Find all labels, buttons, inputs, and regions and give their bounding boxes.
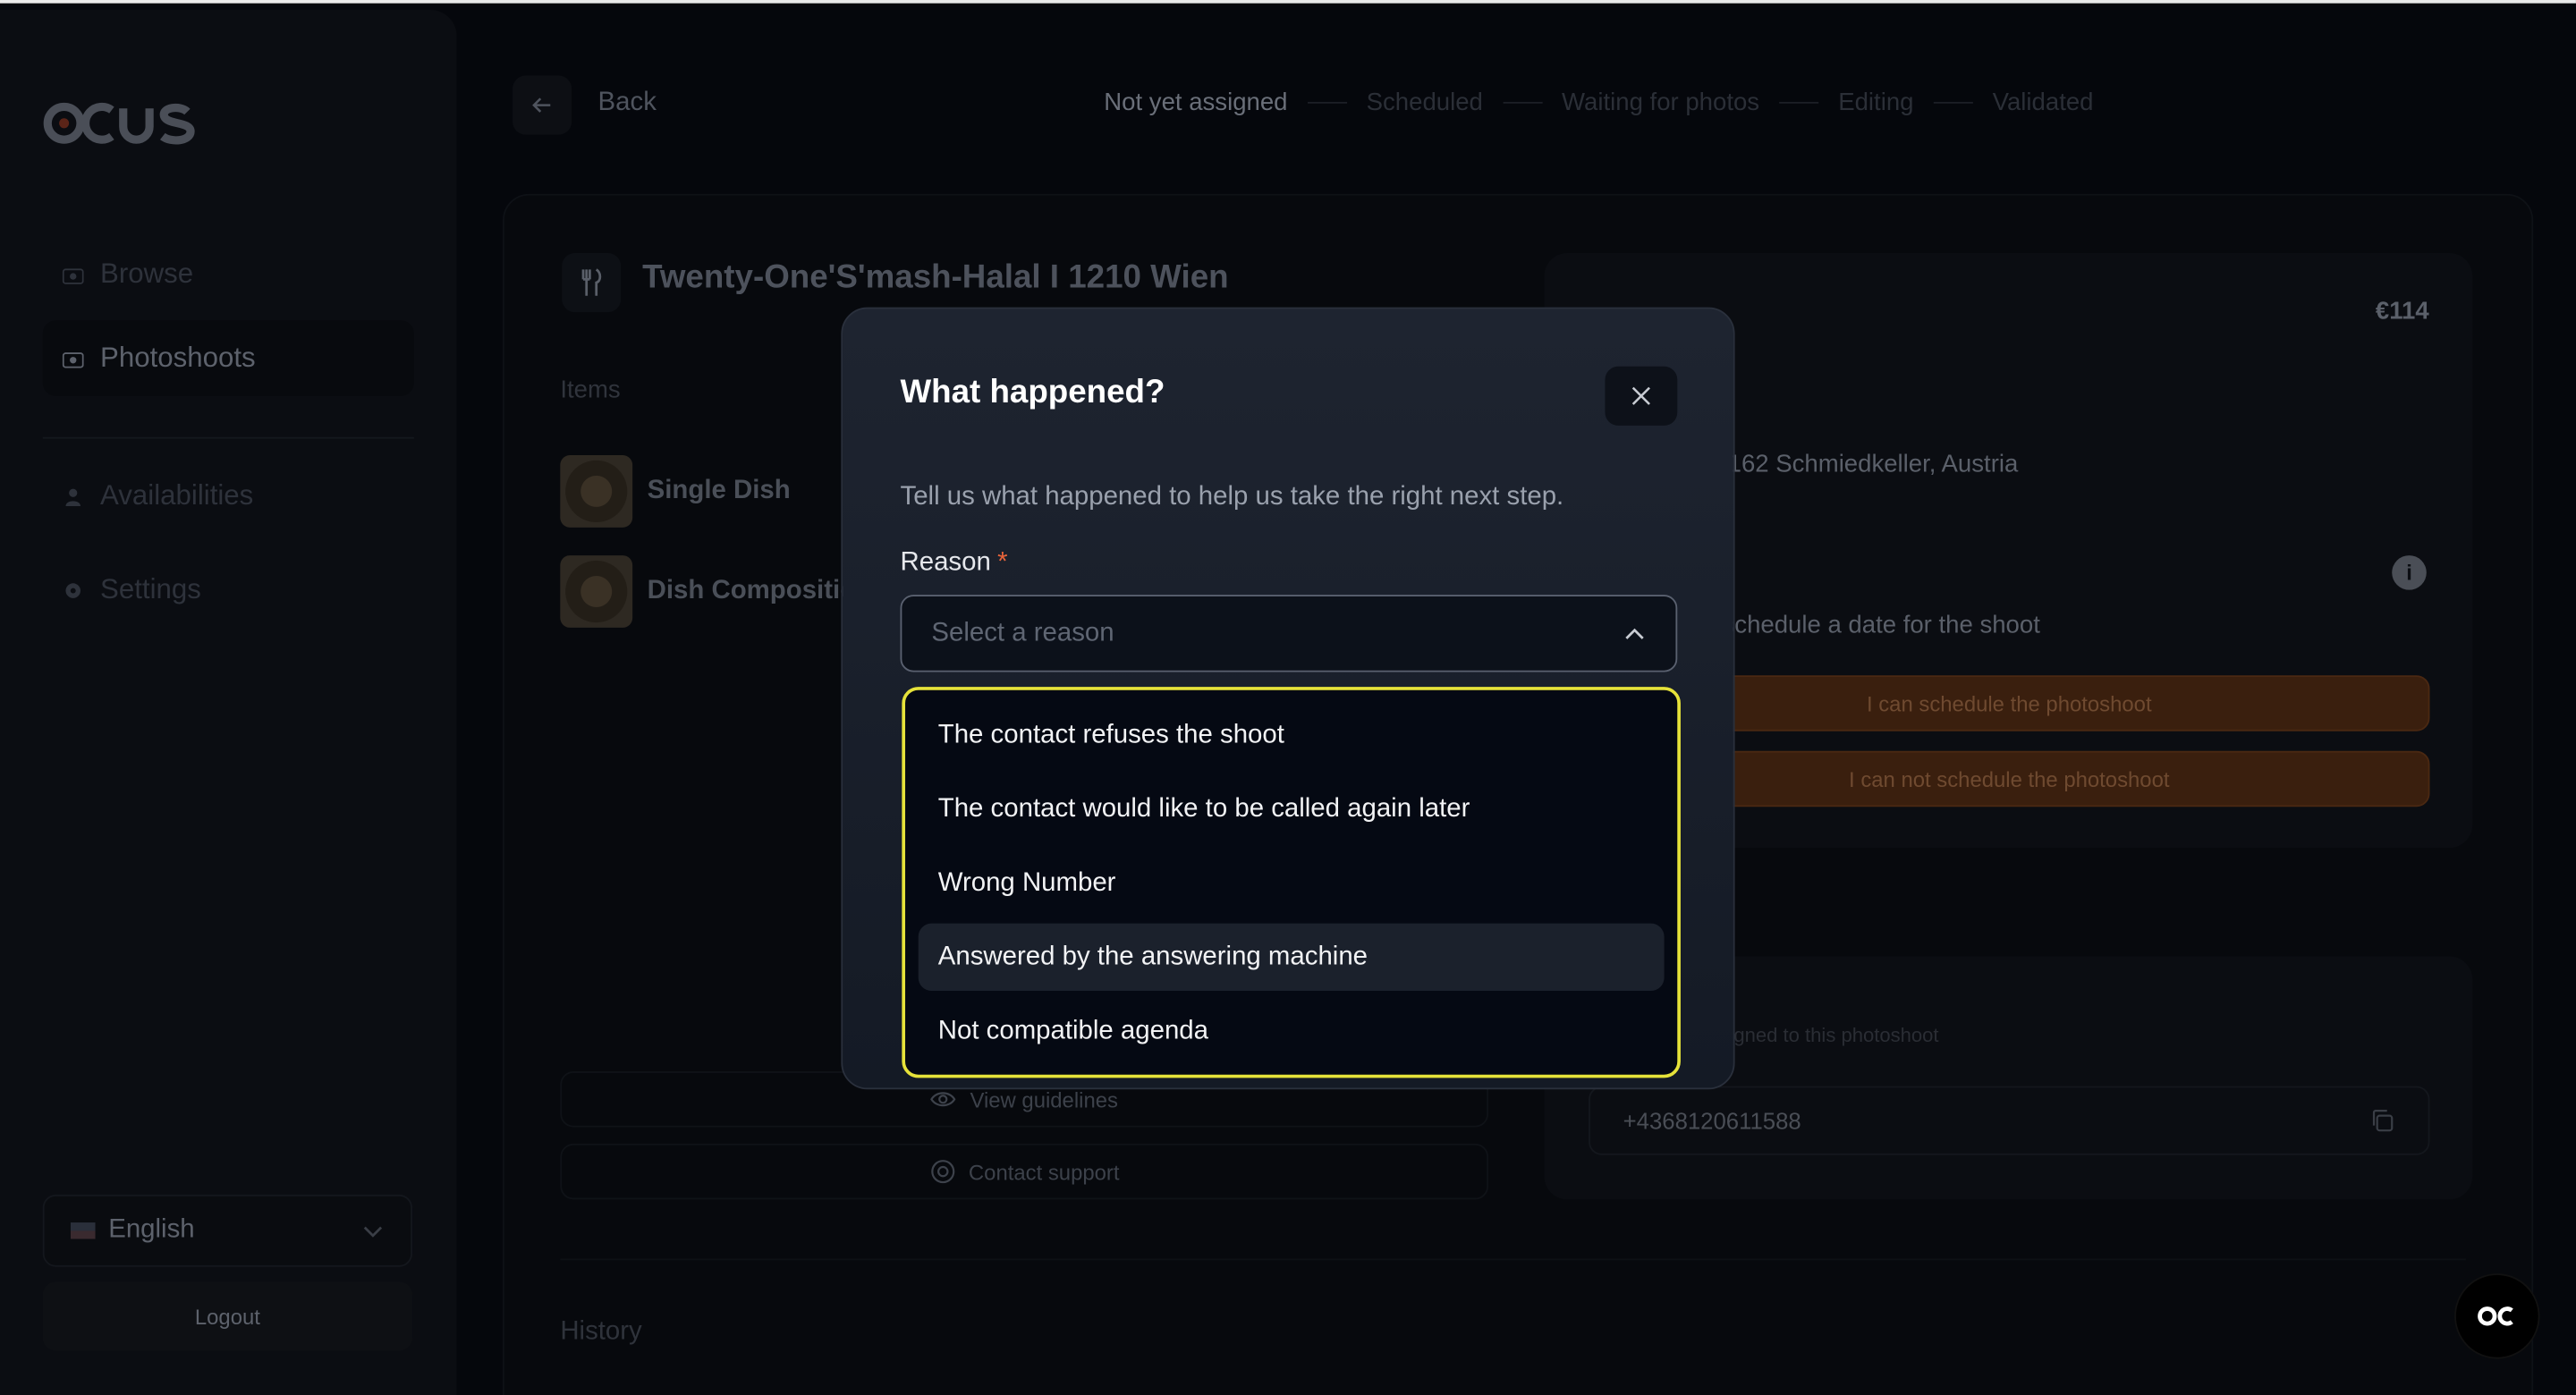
chevron-up-icon [1625,627,1644,638]
top-strip [0,0,2576,4]
chevron-down-icon [363,1226,383,1238]
reason-select[interactable]: Select a reason [900,595,1678,672]
gear-icon [65,582,80,597]
sidebar-item-label: Settings [100,573,201,605]
item-name: Single Dish [647,476,791,505]
language-value: English [108,1215,195,1244]
reason-option-hovered[interactable]: Answered by the answering machine [918,923,1665,992]
dialog-description: Tell us what happened to help us take th… [900,483,1564,512]
dish-thumbnail [560,555,633,628]
back-label[interactable]: Back [598,89,657,118]
step-not-yet-assigned: Not yet assigned [1104,89,1288,117]
sidebar-item-label: Photoshoots [100,342,256,374]
required-mark: * [997,548,1008,577]
section-divider [560,1258,2466,1261]
price-value: €114 [2375,297,2429,326]
step-connector [1933,101,1973,104]
lifebuoy-icon [930,1160,954,1184]
close-icon [1631,386,1650,405]
phone-field: +4368120611588 [1589,1086,2430,1155]
user-icon [65,487,80,506]
phone-number: +4368120611588 [1623,1107,1801,1134]
contact-support-button[interactable]: Contact support [560,1143,1489,1200]
step-validated: Validated [1992,89,2094,117]
sidebar-item-settings[interactable]: Settings [43,552,414,628]
sidebar-item-photoshoots[interactable]: Photoshoots [42,320,414,396]
sidebar-item-label: Browse [100,258,194,290]
step-connector [1502,101,1543,104]
reason-option[interactable]: Not compatible agenda [919,997,1665,1064]
logout-button[interactable]: Logout [42,1281,413,1351]
contact-support-label: Contact support [968,1159,1120,1184]
list-item: Single Dish [560,454,791,528]
app-screen: Browse Photoshoots Availabilities Settin… [0,0,2576,1395]
camera-icon [62,351,84,368]
reason-label: Reason * [901,549,1008,579]
fork-knife-icon [581,268,602,296]
step-waiting-for-photos: Waiting for photos [1562,89,1760,117]
copy-icon[interactable] [2369,1107,2395,1133]
sidebar-item-availabilities[interactable]: Availabilities [43,459,414,535]
reason-option[interactable]: The contact refuses the shoot [919,702,1665,769]
list-item: Dish Compositio [560,555,856,628]
items-heading: Items [560,376,621,405]
view-guidelines-label: View guidelines [970,1086,1118,1112]
step-editing: Editing [1838,89,1914,117]
reason-select-placeholder: Select a reason [931,618,1114,647]
reason-option[interactable]: Wrong Number [919,850,1665,917]
reason-options-list: The contact refuses the shoot The contac… [902,687,1681,1078]
reason-label-text: Reason [900,548,991,577]
restaurant-icon-box [562,252,622,313]
eye-icon [930,1092,957,1107]
ocus-mark-icon [2478,1306,2513,1326]
help-chat-button[interactable] [2454,1273,2540,1359]
us-flag-icon [70,1222,96,1239]
back-button[interactable] [513,75,572,135]
language-select[interactable]: English [42,1194,413,1267]
what-happened-dialog: What happened? Tell us what happened to … [841,307,1735,1090]
sidebar-item-browse[interactable]: Browse [43,237,414,313]
ocus-logo [43,102,195,145]
info-icon[interactable]: i [2392,555,2427,590]
sidebar-item-label: Availabilities [100,479,254,512]
step-scheduled: Scheduled [1366,89,1483,117]
step-connector [1307,101,1347,104]
sidebar-divider [42,436,414,439]
step-connector [1779,101,1819,104]
page-title: Twenty-One'S'mash-Halal I 1210 Wien [642,259,1229,296]
status-stepper: Not yet assigned Scheduled Waiting for p… [1104,89,2093,116]
dish-thumbnail [560,454,633,528]
dialog-title: What happened? [900,374,1165,411]
arrow-left-icon [532,97,551,113]
history-heading: History [560,1317,642,1346]
close-button[interactable] [1605,366,1678,426]
reason-option[interactable]: The contact would like to be called agai… [919,775,1665,842]
camera-icon [62,267,84,283]
sidebar: Browse Photoshoots Availabilities Settin… [0,10,457,1395]
item-name: Dish Compositio [647,576,857,605]
